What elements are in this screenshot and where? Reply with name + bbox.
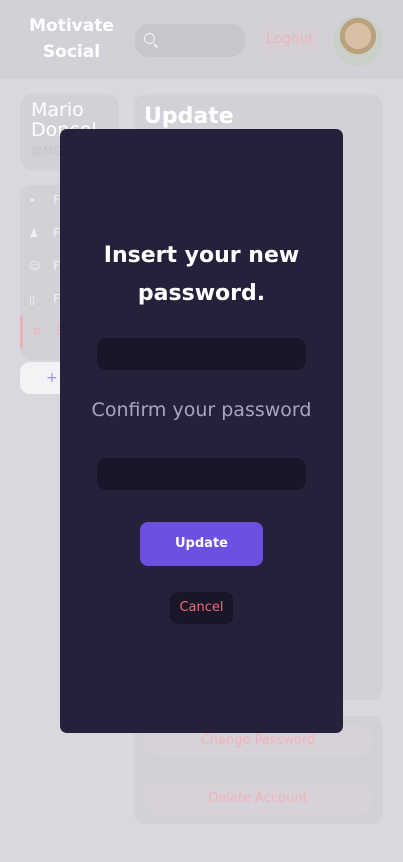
- user-icon: ☺: [29, 260, 41, 273]
- people-icon: ♟: [29, 227, 39, 240]
- sidebar-item-label: F: [53, 292, 60, 306]
- change-password-modal: Insert your new password. Confirm your p…: [60, 129, 343, 733]
- top-header: Motivate Social Logout: [0, 0, 403, 79]
- add-post-button[interactable]: +: [20, 362, 60, 394]
- sidebar-item-friends[interactable]: ♟ F: [20, 218, 60, 250]
- sidebar-item-label: F: [53, 193, 60, 207]
- new-password-field[interactable]: [97, 338, 306, 370]
- update-button[interactable]: Update: [140, 522, 263, 566]
- rss-icon: •: [29, 194, 36, 207]
- sidebar-item-posts[interactable]: ▯ F: [20, 284, 60, 316]
- modal-title: Insert your new password.: [103, 243, 300, 306]
- brand-logo[interactable]: Motivate Social: [14, 13, 129, 65]
- sidebar-item-profile[interactable]: ☺ F: [20, 251, 60, 283]
- cancel-button[interactable]: Cancel: [170, 592, 233, 624]
- logout-button[interactable]: Logout: [259, 24, 321, 55]
- profile-handle: @MD: [31, 144, 63, 158]
- sidebar-nav: • F ♟ F ☺ F ▯ F ⚙ S: [20, 185, 64, 360]
- sidebar-item-settings[interactable]: ⚙ S: [20, 316, 64, 348]
- sidebar-item-feed[interactable]: • F: [20, 185, 60, 217]
- gear-icon: ⚙: [32, 325, 42, 338]
- confirm-password-label: Confirm your password: [91, 399, 312, 421]
- search-box[interactable]: [135, 24, 245, 57]
- search-icon: [144, 33, 155, 44]
- confirm-password-field[interactable]: [97, 458, 306, 490]
- avatar[interactable]: [333, 16, 383, 66]
- delete-account-button[interactable]: Delete Account: [144, 783, 372, 814]
- page-title: Update: [144, 104, 234, 129]
- sidebar-item-label: F: [53, 226, 60, 240]
- sidebar-item-label: F: [53, 259, 60, 273]
- document-icon: ▯: [29, 293, 36, 306]
